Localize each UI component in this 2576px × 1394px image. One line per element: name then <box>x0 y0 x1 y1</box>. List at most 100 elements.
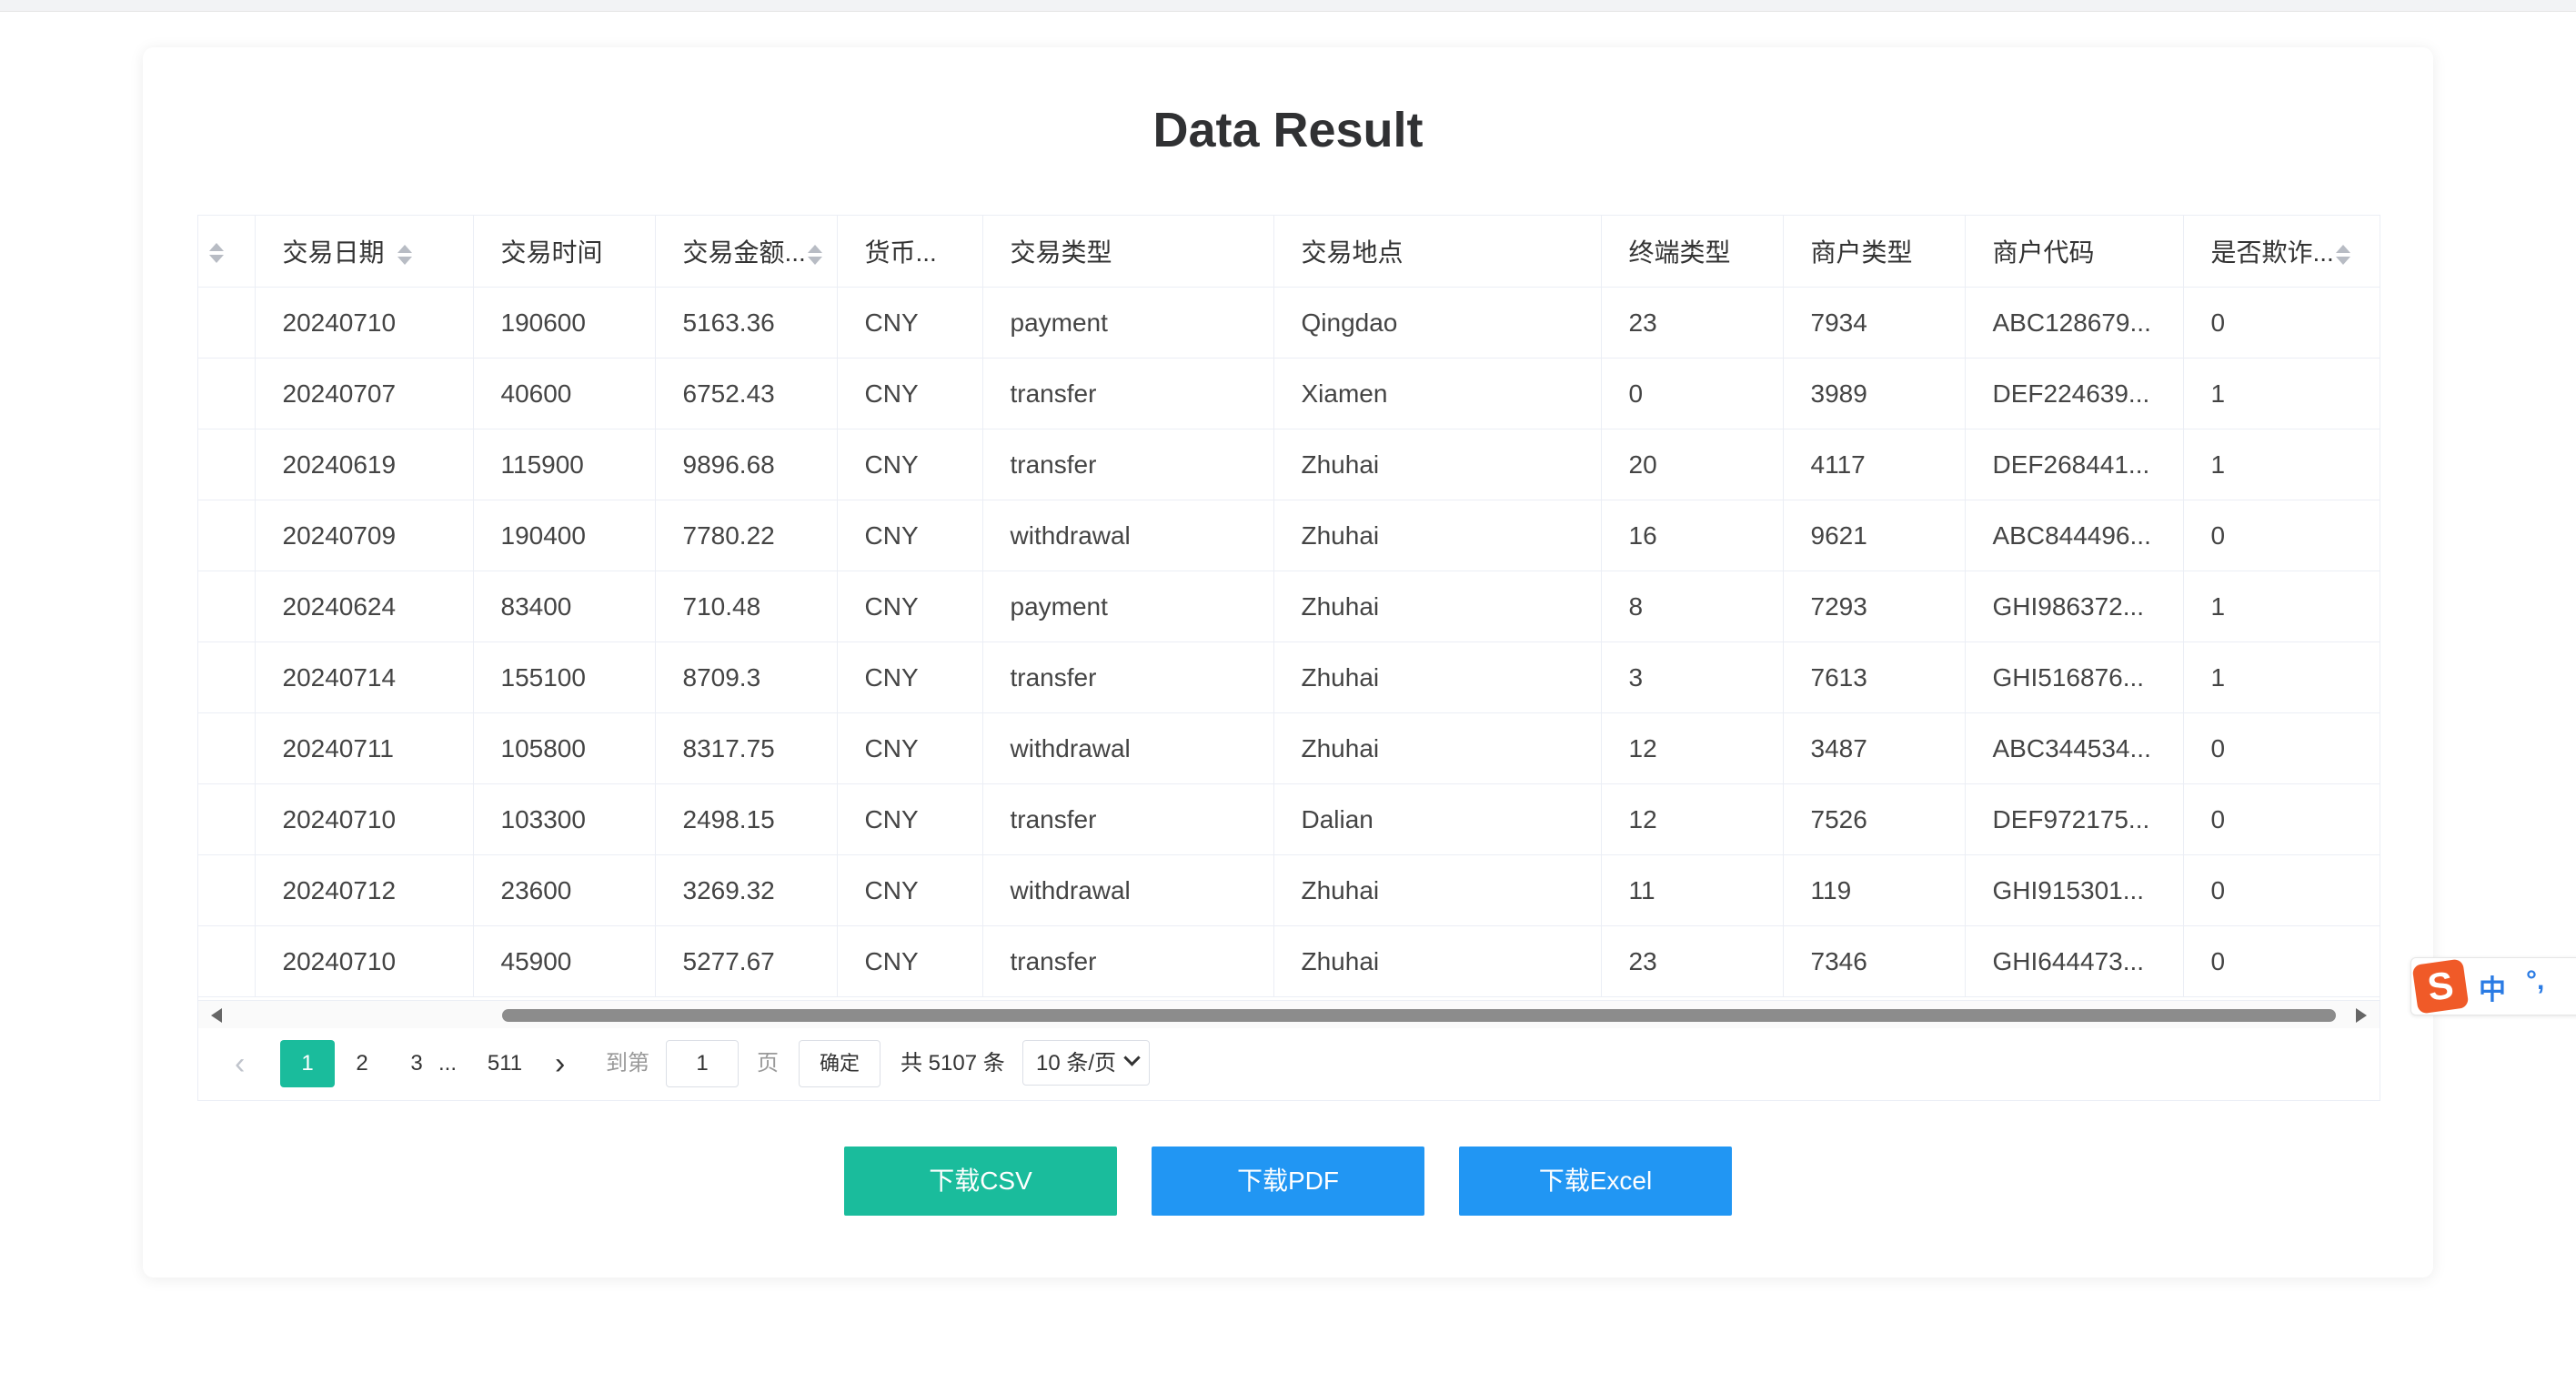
table-cell: 20240711 <box>255 712 474 784</box>
table-cell: 1 <box>2183 429 2380 500</box>
row-leading-cell <box>198 925 256 997</box>
table-cell: 3 <box>1601 641 1784 713</box>
page-button-1[interactable]: 1 <box>280 1040 335 1087</box>
table-cell: 7293 <box>1783 571 1966 642</box>
table-cell: DEF268441... <box>1965 429 2184 500</box>
table-cell: 115900 <box>473 429 656 500</box>
row-leading-cell <box>198 712 256 784</box>
table-row[interactable]: 20240710 190600 5163.36 CNY payment Qingdao 23… <box>198 287 2380 359</box>
ime-mode[interactable]: 中 <box>2479 967 2506 1007</box>
total-count: 共 5107 条 <box>901 1051 1005 1076</box>
table-cell: 12 <box>1601 712 1784 784</box>
table-cell: 1 <box>2183 571 2380 642</box>
table-row[interactable]: 20240710 103300 2498.15 CNY transfer Dalian 12… <box>198 783 2380 855</box>
header-cell-leading[interactable] <box>198 216 256 288</box>
table-cell: Zhuhai <box>1273 925 1602 997</box>
download-pdf-button[interactable]: 下载PDF <box>1152 1147 1424 1216</box>
table-cell: 7780.22 <box>655 500 838 571</box>
table-cell: transfer <box>982 358 1274 429</box>
sort-icon[interactable] <box>397 243 412 267</box>
row-leading-cell <box>198 571 256 642</box>
table-row[interactable]: 20240624 83400 710.48 CNY payment Zhuhai 8 7293… <box>198 571 2380 642</box>
table-row[interactable]: 20240712 23600 3269.32 CNY withdrawal Zhuhai 1… <box>198 854 2380 926</box>
table-row[interactable]: 20240707 40600 6752.43 CNY transfer Xiamen 0 39… <box>198 358 2380 429</box>
row-leading-cell <box>198 783 256 855</box>
table-cell: 40600 <box>473 358 656 429</box>
table-cell: 9621 <box>1783 500 1966 571</box>
row-leading-cell <box>198 358 256 429</box>
table-row[interactable]: 20240711 105800 8317.75 CNY withdrawal Zhuhai… <box>198 712 2380 784</box>
download-csv-button[interactable]: 下载CSV <box>844 1147 1117 1216</box>
table-cell: CNY <box>837 712 983 784</box>
row-leading-cell <box>198 641 256 713</box>
header-cell[interactable]: 交易地点 <box>1273 216 1602 288</box>
table-cell: 11 <box>1601 854 1784 926</box>
download-excel-button[interactable]: 下载Excel <box>1459 1147 1732 1216</box>
sort-icon[interactable] <box>209 241 224 265</box>
goto-page-input[interactable]: 1 <box>666 1040 739 1087</box>
table-row[interactable]: 20240714 155100 8709.3 CNY transfer Zhuhai 3 76… <box>198 641 2380 713</box>
next-page-icon[interactable]: › <box>555 1027 565 1100</box>
table-cell: 12 <box>1601 783 1784 855</box>
table-cell: 1 <box>2183 641 2380 713</box>
table-cell: 3989 <box>1783 358 1966 429</box>
page-button-2[interactable]: 2 <box>335 1040 389 1087</box>
sort-icon[interactable] <box>807 243 822 267</box>
table-cell: 2498.15 <box>655 783 838 855</box>
table-cell: 20240710 <box>255 287 474 359</box>
scroll-right-arrow-icon[interactable] <box>2356 1008 2367 1023</box>
prev-page-icon[interactable]: ‹ <box>235 1027 245 1100</box>
table-cell: DEF972175... <box>1965 783 2184 855</box>
table-cell: CNY <box>837 854 983 926</box>
table-cell: withdrawal <box>982 854 1274 926</box>
table-row[interactable]: 20240619 115900 9896.68 CNY transfer Zhuhai 20… <box>198 429 2380 500</box>
table-cell: GHI644473... <box>1965 925 2184 997</box>
table-cell: transfer <box>982 783 1274 855</box>
horizontal-scrollbar[interactable] <box>198 1000 2380 1028</box>
page-button-last[interactable]: 511 <box>471 1040 538 1087</box>
header-cell[interactable]: 商户类型 <box>1783 216 1966 288</box>
browser-top-strip <box>0 0 2576 12</box>
table-cell: 0 <box>2183 783 2380 855</box>
table-cell: 7346 <box>1783 925 1966 997</box>
header-cell[interactable]: 交易日期 <box>255 216 474 288</box>
table-cell: payment <box>982 571 1274 642</box>
table-cell: CNY <box>837 500 983 571</box>
goto-confirm-button[interactable]: 确定 <box>799 1040 880 1087</box>
table-cell: 105800 <box>473 712 656 784</box>
header-cell[interactable]: 交易时间 <box>473 216 656 288</box>
result-table: 交易日期 交易时间 交易金额... 货币... 交易类型 交易地点 终端类型 商… <box>198 216 2380 997</box>
table-cell: 20240712 <box>255 854 474 926</box>
table-cell: 7613 <box>1783 641 1966 713</box>
row-leading-cell <box>198 500 256 571</box>
header-cell[interactable]: 交易类型 <box>982 216 1274 288</box>
header-cell[interactable]: 商户代码 <box>1965 216 2184 288</box>
table-cell: 7934 <box>1783 287 1966 359</box>
table-cell: 0 <box>2183 287 2380 359</box>
table-row[interactable]: 20240709 190400 7780.22 CNY withdrawal Zhuhai… <box>198 500 2380 571</box>
table-cell: Zhuhai <box>1273 712 1602 784</box>
ime-toolbar[interactable]: S 中 °, <box>2410 957 2576 1015</box>
table-cell: 3269.32 <box>655 854 838 926</box>
table-row[interactable]: 20240710 45900 5277.67 CNY transfer Zhuhai 23 7… <box>198 925 2380 997</box>
scrollbar-thumb[interactable] <box>502 1009 2336 1022</box>
table-cell: 83400 <box>473 571 656 642</box>
header-cell[interactable]: 货币... <box>837 216 983 288</box>
table-cell: 9896.68 <box>655 429 838 500</box>
table-cell: CNY <box>837 429 983 500</box>
table-cell: 103300 <box>473 783 656 855</box>
ime-punctuation[interactable]: °, <box>2526 965 2544 996</box>
table-cell: CNY <box>837 925 983 997</box>
table-cell: 45900 <box>473 925 656 997</box>
scroll-left-arrow-icon[interactable] <box>211 1008 222 1023</box>
table-cell: withdrawal <box>982 712 1274 784</box>
table-cell: CNY <box>837 641 983 713</box>
table-cell: 16 <box>1601 500 1784 571</box>
header-cell[interactable]: 交易金额... <box>655 216 838 288</box>
header-cell[interactable]: 终端类型 <box>1601 216 1784 288</box>
header-cell[interactable]: 是否欺诈... <box>2183 216 2380 288</box>
sort-icon[interactable] <box>2335 243 2350 267</box>
page-size-select[interactable]: 10 条/页 <box>1022 1040 1150 1086</box>
page-ellipsis[interactable]: ... <box>429 1040 466 1087</box>
table-cell: 3487 <box>1783 712 1966 784</box>
